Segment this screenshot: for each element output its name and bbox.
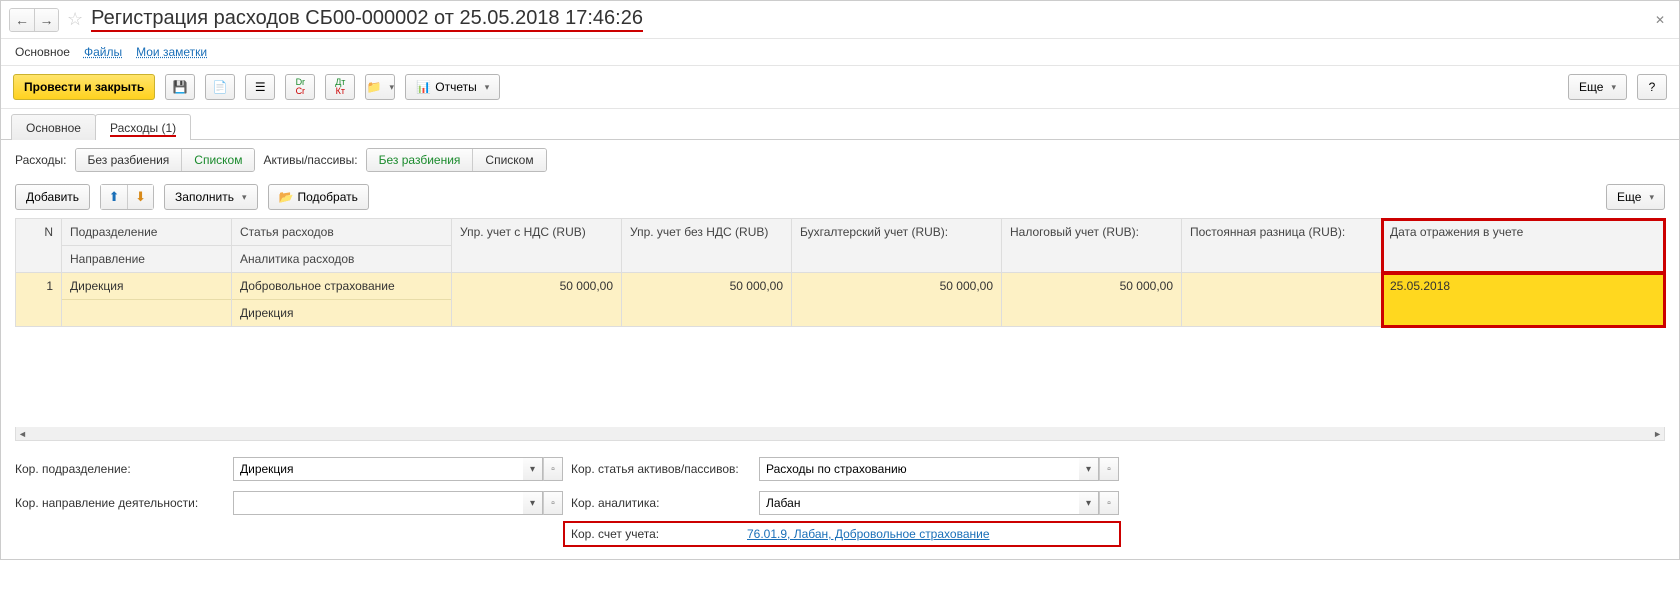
corr-article-input[interactable] [759,457,1079,481]
corr-analytics-input[interactable] [759,491,1079,515]
corr-analytics-label: Кор. аналитика: [571,496,751,510]
document-structure-button[interactable]: ☰ [245,74,275,100]
cell-expense-item[interactable]: Добровольное страхование [232,273,451,299]
fill-button[interactable]: Заполнить [164,184,257,210]
folder-icon: 📁 [367,80,382,94]
corr-article-label: Кор. статья активов/пассивов: [571,462,751,476]
col-perm-diff[interactable]: Постоянная разница (RUB): [1182,219,1381,245]
corr-analytics-open[interactable]: ▫ [1099,491,1119,515]
reports-button[interactable]: 📊Отчеты [405,74,500,100]
pick-button[interactable]: 📂Подобрать [268,184,369,210]
dt-kt-icon: ДтКт [335,78,345,96]
col-mgr-vat[interactable]: Упр. учет с НДС (RUB) [452,219,621,245]
corr-article-dropdown[interactable]: ▾ [1079,457,1099,481]
corr-analytics-dropdown[interactable]: ▾ [1079,491,1099,515]
expenses-seg-list[interactable]: Списком [182,149,254,171]
assets-seg-nosplit[interactable]: Без разбиения [367,149,474,171]
debit-credit-button[interactable]: DrCr [285,74,315,100]
dt-kt-button[interactable]: ДтКт [325,74,355,100]
corr-direction-input[interactable] [233,491,523,515]
corr-division-input[interactable] [233,457,523,481]
corr-account-link[interactable]: 76.01.9, Лабан, Добровольное страхование [747,527,990,541]
page-title: Регистрация расходов СБ00-000002 от 25.0… [91,7,643,32]
assets-label: Активы/пассивы: [263,153,357,167]
nav-tab-main[interactable]: Основное [15,45,70,59]
table-row[interactable]: 1 Дирекция Добровольное страхование Дире… [16,273,1665,327]
more-button[interactable]: Еще [1568,74,1627,100]
cell-book[interactable]: 50 000,00 [792,273,1001,299]
arrow-down-icon: ⬇ [135,189,146,205]
folder-open-icon: 📂 [279,190,294,204]
report-icon: 📊 [416,80,431,94]
col-n[interactable]: N [16,219,61,245]
list-icon: ☰ [255,80,266,94]
assets-seg-list[interactable]: Списком [473,149,545,171]
save-button[interactable]: 💾 [165,74,195,100]
dr-cr-icon: DrCr [296,78,306,96]
nav-tab-files[interactable]: Файлы [84,45,122,59]
close-icon[interactable]: ✕ [1649,11,1671,29]
col-tax[interactable]: Налоговый учет (RUB): [1002,219,1181,245]
col-reflect-date[interactable]: Дата отражения в учете [1382,219,1664,245]
post-button[interactable]: 📄 [205,74,235,100]
col-expense-item[interactable]: Статья расходов [232,219,451,245]
cell-division[interactable]: Дирекция [62,273,231,299]
help-button[interactable]: ? [1637,74,1667,100]
table-more-button[interactable]: Еще [1606,184,1665,210]
add-button[interactable]: Добавить [15,184,90,210]
cell-mgr-novat[interactable]: 50 000,00 [622,273,791,299]
move-down-button[interactable]: ⬇ [127,185,153,209]
post-icon: 📄 [213,80,228,94]
cell-perm-diff[interactable] [1182,273,1381,285]
nav-forward-button[interactable]: → [34,9,58,31]
tab-expenses[interactable]: Расходы (1) [95,114,191,140]
col-expense-analytics[interactable]: Аналитика расходов [232,245,451,272]
corr-direction-open[interactable]: ▫ [543,491,563,515]
floppy-icon: 💾 [173,80,188,94]
arrow-up-icon: ⬆ [109,189,120,205]
corr-division-dropdown[interactable]: ▾ [523,457,543,481]
nav-tab-notes[interactable]: Мои заметки [136,45,207,59]
scroll-left-icon[interactable]: ◄ [18,429,27,439]
expenses-table: N Подразделение Направление Статья расхо… [15,218,1665,327]
nav-back-button[interactable]: ← [10,9,34,31]
corr-division-label: Кор. подразделение: [15,462,225,476]
cell-expense-analytics[interactable]: Дирекция [232,299,451,326]
post-and-close-button[interactable]: Провести и закрыть [13,74,155,100]
corr-direction-dropdown[interactable]: ▾ [523,491,543,515]
col-mgr-novat[interactable]: Упр. учет без НДС (RUB) [622,219,791,245]
col-book[interactable]: Бухгалтерский учет (RUB): [792,219,1001,245]
cell-tax[interactable]: 50 000,00 [1002,273,1181,299]
corr-division-open[interactable]: ▫ [543,457,563,481]
tab-main[interactable]: Основное [11,114,96,140]
cell-mgr-vat[interactable]: 50 000,00 [452,273,621,299]
corr-account-label: Кор. счет учета: [571,527,739,541]
move-up-button[interactable]: ⬆ [101,185,127,209]
col-direction[interactable]: Направление [62,245,231,272]
scroll-right-icon[interactable]: ► [1653,429,1662,439]
corr-direction-label: Кор. направление деятельности: [15,496,225,510]
expenses-seg-nosplit[interactable]: Без разбиения [76,149,183,171]
expenses-label: Расходы: [15,153,67,167]
create-based-on-button[interactable]: 📁 [365,74,395,100]
horizontal-scrollbar[interactable]: ◄ ► [15,427,1665,441]
favorite-star-icon[interactable]: ☆ [67,9,83,30]
cell-n[interactable]: 1 [16,273,61,299]
cell-direction[interactable] [62,299,231,312]
cell-reflect-date[interactable]: 25.05.2018 [1382,273,1664,299]
corr-article-open[interactable]: ▫ [1099,457,1119,481]
col-division[interactable]: Подразделение [62,219,231,245]
